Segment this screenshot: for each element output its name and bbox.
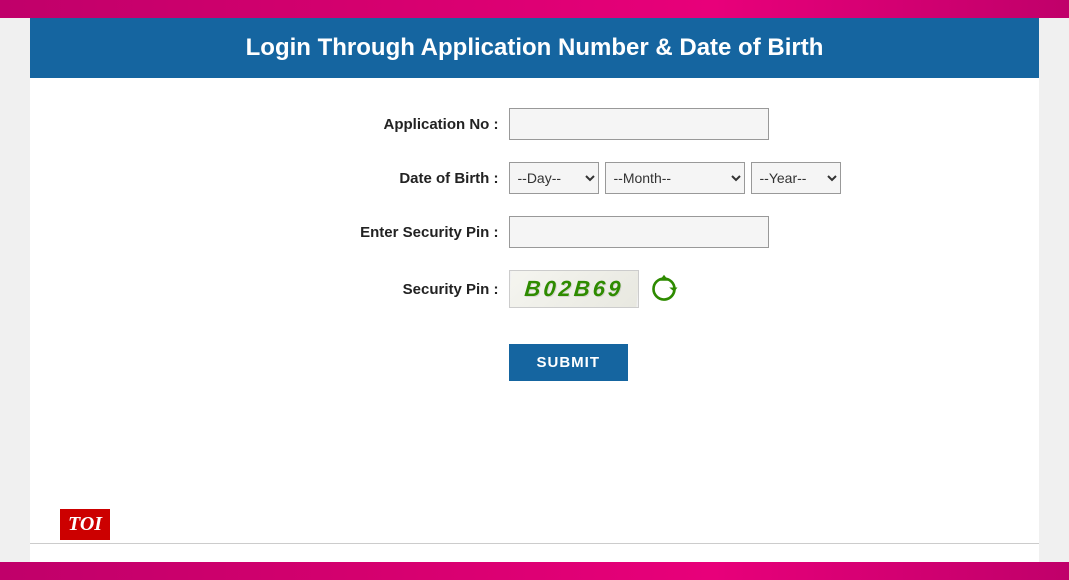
- captcha-row: Security Pin : B02B69: [309, 270, 681, 308]
- captcha-label: Security Pin :: [309, 281, 509, 298]
- form-center: Application No : Date of Birth : --Day--…: [309, 108, 841, 381]
- captcha-display: B02B69: [509, 270, 681, 308]
- form-area: Application No : Date of Birth : --Day--…: [30, 78, 1039, 401]
- dob-year-select[interactable]: --Year-- 2005200420032002 20012000199919…: [751, 162, 841, 194]
- submit-row: SUBMIT: [309, 334, 629, 381]
- dob-row: Date of Birth : --Day-- 12345 678910 111…: [309, 162, 841, 194]
- header-banner: Login Through Application Number & Date …: [30, 18, 1039, 78]
- toi-logo: TOI: [60, 509, 110, 540]
- dob-day-select[interactable]: --Day-- 12345 678910 1112131415 16171819…: [509, 162, 599, 194]
- refresh-captcha-button[interactable]: [647, 272, 681, 306]
- submit-button[interactable]: SUBMIT: [509, 344, 629, 381]
- dob-container: --Day-- 12345 678910 1112131415 16171819…: [509, 162, 841, 194]
- bottom-bar: [0, 562, 1069, 580]
- application-no-label: Application No :: [309, 116, 509, 133]
- page-title: Login Through Application Number & Date …: [50, 34, 1019, 62]
- dob-label: Date of Birth :: [309, 170, 509, 187]
- security-pin-row: Enter Security Pin :: [309, 216, 769, 248]
- top-bar: [0, 0, 1069, 18]
- captcha-text: B02B69: [509, 271, 639, 307]
- footer-line: [30, 543, 1039, 544]
- captcha-box: B02B69: [509, 270, 639, 308]
- application-no-row: Application No :: [309, 108, 769, 140]
- application-no-input[interactable]: [509, 108, 769, 140]
- main-container: Login Through Application Number & Date …: [30, 18, 1039, 562]
- security-pin-input[interactable]: [509, 216, 769, 248]
- security-pin-label: Enter Security Pin :: [309, 224, 509, 241]
- dob-month-select[interactable]: --Month-- JanuaryFebruaryMarch AprilMayJ…: [605, 162, 745, 194]
